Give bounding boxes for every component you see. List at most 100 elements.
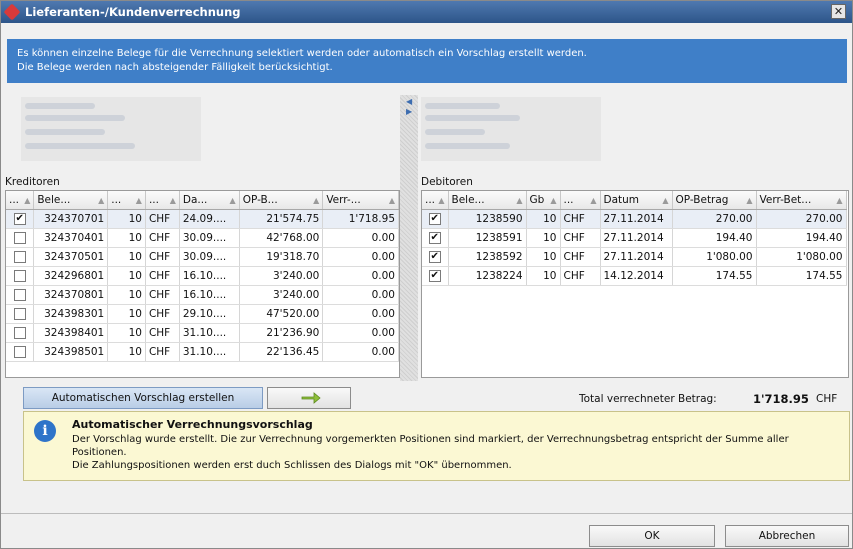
debitoren-empty-row: [422, 323, 846, 342]
kreditoren-cell-op: 42'768.00: [239, 228, 324, 248]
apply-button[interactable]: [267, 387, 351, 409]
ok-button[interactable]: OK: [589, 525, 715, 547]
kreditoren-cell-n: 10: [107, 285, 146, 305]
kreditoren-col-3[interactable]: ... ▲: [145, 191, 180, 210]
debitoren-cell-n: 10: [526, 228, 561, 248]
info-line-3: Die Zahlungspositionen werden erst duch …: [72, 460, 512, 471]
info-banner: Es können einzelne Belege für die Verrec…: [7, 39, 847, 83]
debitoren-cell-verr: 174.55: [756, 266, 847, 286]
kreditoren-row[interactable]: 324398401 10 CHF 31.10.... 21'236.90 0.00: [6, 323, 399, 343]
kreditoren-row[interactable]: ✔ 324370701 10 CHF 24.09.... 21'574.75 1'718.9…: [6, 209, 399, 229]
debitoren-cell-verr: 194.40: [756, 228, 847, 248]
kreditoren-row[interactable]: 324398501 10 CHF 31.10.... 22'136.45 0.00: [6, 342, 399, 362]
debitoren-cell-verr: 1'080.00: [756, 247, 847, 267]
kreditoren-cell-beleg: 324370701: [33, 209, 109, 229]
kreditoren-cell-date: 29.10....: [179, 304, 240, 324]
kreditoren-cell-verr: 0.00: [322, 285, 399, 305]
debitoren-col-select[interactable]: ... ▲: [422, 191, 449, 210]
debitoren-col-date[interactable]: Datum ▲: [600, 191, 673, 210]
debitoren-cell-n: 10: [526, 266, 561, 286]
debitoren-col-gb[interactable]: Gb ▲: [526, 191, 561, 210]
debitoren-row[interactable]: ✔ 1238592 10 CHF 27.11.2014 1'080.00 1'080.00: [422, 247, 847, 267]
kreditoren-row[interactable]: 324398301 10 CHF 29.10.... 47'520.00 0.00: [6, 304, 399, 324]
window-title: Lieferanten-/Kundenverrechnung: [25, 5, 241, 19]
debitoren-empty-row: [422, 285, 846, 304]
kreditoren-cell-date: 16.10....: [179, 285, 240, 305]
kreditoren-cell-n: 10: [107, 247, 146, 267]
kreditoren-col-op[interactable]: OP-B... ▲: [239, 191, 324, 210]
cancel-button[interactable]: Abbrechen: [725, 525, 849, 547]
debitoren-cell-date: 27.11.2014: [600, 247, 673, 267]
kreditoren-cell-cur: CHF: [145, 228, 180, 248]
kreditoren-cell-op: 22'136.45: [239, 342, 324, 362]
kreditoren-cell-verr: 1'718.95: [322, 209, 399, 229]
panel-splitter[interactable]: ◀ ▶: [400, 95, 418, 381]
info-body: Der Vorschlag wurde erstellt. Die zur Ve…: [72, 433, 842, 472]
debitoren-cell-beleg: 1238224: [448, 266, 527, 286]
debitoren-grid: ... ▲ Bele... ▲ Gb ▲ ... ▲ Datum ▲ OP-Betrag ▲…: [421, 190, 849, 378]
kreditoren-cell-beleg: 324296801: [33, 266, 109, 286]
kreditoren-row[interactable]: 324370501 10 CHF 30.09.... 19'318.70 0.00: [6, 247, 399, 267]
kreditoren-cell-cur: CHF: [145, 247, 180, 267]
debitoren-cell-cur: CHF: [560, 247, 601, 267]
kreditoren-row-checkbox[interactable]: [13, 250, 26, 263]
kreditoren-row-checkbox[interactable]: ✔: [13, 212, 26, 225]
kreditoren-col-verr[interactable]: Verr-... ▲: [322, 191, 399, 210]
debitoren-empty-row: [422, 342, 846, 361]
arrow-icon: [301, 392, 321, 404]
kreditoren-cell-cur: CHF: [145, 209, 180, 229]
kreditoren-cell-op: 3'240.00: [239, 266, 324, 286]
kreditoren-cell-cur: CHF: [145, 323, 180, 343]
debitoren-row[interactable]: ✔ 1238590 10 CHF 27.11.2014 270.00 270.00: [422, 209, 847, 229]
kreditoren-cell-beleg: 324398401: [33, 323, 109, 343]
debitoren-col-verr[interactable]: Verr-Bet... ▲: [756, 191, 847, 210]
kreditoren-cell-beleg: 324370401: [33, 228, 109, 248]
kreditoren-col-select[interactable]: ... ▲: [6, 191, 35, 210]
auto-proposal-button[interactable]: Automatischen Vorschlag erstellen: [23, 387, 263, 409]
kreditoren-cell-cur: CHF: [145, 304, 180, 324]
kreditoren-row[interactable]: 324296801 10 CHF 16.10.... 3'240.00 0.00: [6, 266, 399, 286]
kreditoren-row-checkbox[interactable]: [13, 307, 26, 320]
kreditoren-row-checkbox[interactable]: [13, 231, 26, 244]
debitoren-row-checkbox[interactable]: ✔: [428, 269, 441, 282]
kreditoren-row-checkbox[interactable]: [13, 269, 26, 282]
kreditoren-col-2[interactable]: ... ▲: [107, 191, 146, 210]
footer-divider: [1, 513, 852, 514]
kreditoren-row-checkbox[interactable]: [13, 288, 26, 301]
kreditoren-row[interactable]: 324370801 10 CHF 16.10.... 3'240.00 0.00: [6, 285, 399, 305]
debitoren-row[interactable]: ✔ 1238224 10 CHF 14.12.2014 174.55 174.55: [422, 266, 847, 286]
debitoren-col-3[interactable]: ... ▲: [560, 191, 601, 210]
debitoren-row-checkbox[interactable]: ✔: [428, 212, 441, 225]
total-label: Total verrechneter Betrag:: [579, 393, 717, 405]
kreditoren-row-checkbox[interactable]: [13, 345, 26, 358]
debitoren-row-checkbox[interactable]: ✔: [428, 231, 441, 244]
debitoren-cell-op: 194.40: [672, 228, 757, 248]
debitoren-cell-op: 1'080.00: [672, 247, 757, 267]
debitoren-col-op[interactable]: OP-Betrag ▲: [672, 191, 757, 210]
kreditoren-cell-n: 10: [107, 304, 146, 324]
close-icon[interactable]: ✕: [831, 4, 846, 19]
kreditoren-row-checkbox[interactable]: [13, 326, 26, 339]
kreditoren-col-beleg[interactable]: Bele... ▲: [33, 191, 109, 210]
kreditoren-cell-n: 10: [107, 209, 146, 229]
kreditoren-cell-op: 19'318.70: [239, 247, 324, 267]
collapse-right-icon[interactable]: ▶: [406, 107, 412, 116]
debitoren-row-checkbox[interactable]: ✔: [428, 250, 441, 263]
banner-line-1: Es können einzelne Belege für die Verrec…: [17, 48, 587, 59]
supplier-address-blurred: [21, 97, 201, 161]
debitoren-col-beleg[interactable]: Bele... ▲: [448, 191, 527, 210]
collapse-left-icon[interactable]: ◀: [406, 97, 412, 106]
kreditoren-row[interactable]: 324370401 10 CHF 30.09.... 42'768.00 0.00: [6, 228, 399, 248]
kreditoren-cell-date: 24.09....: [179, 209, 240, 229]
kreditoren-cell-date: 30.09....: [179, 228, 240, 248]
info-icon: i: [34, 420, 56, 442]
kreditoren-col-date[interactable]: Da... ▲: [179, 191, 240, 210]
kreditoren-cell-op: 47'520.00: [239, 304, 324, 324]
kreditoren-cell-date: 31.10....: [179, 342, 240, 362]
kreditoren-cell-verr: 0.00: [322, 323, 399, 343]
debitoren-header-row: ... ▲ Bele... ▲ Gb ▲ ... ▲ Datum ▲ OP-Betrag ▲…: [422, 191, 847, 210]
debitoren-row[interactable]: ✔ 1238591 10 CHF 27.11.2014 194.40 194.40: [422, 228, 847, 248]
kreditoren-grid: ... ▲ Bele... ▲ ... ▲ ... ▲ Da... ▲ OP-B... ▲ …: [5, 190, 400, 378]
debitoren-cell-op: 174.55: [672, 266, 757, 286]
debitoren-cell-n: 10: [526, 247, 561, 267]
